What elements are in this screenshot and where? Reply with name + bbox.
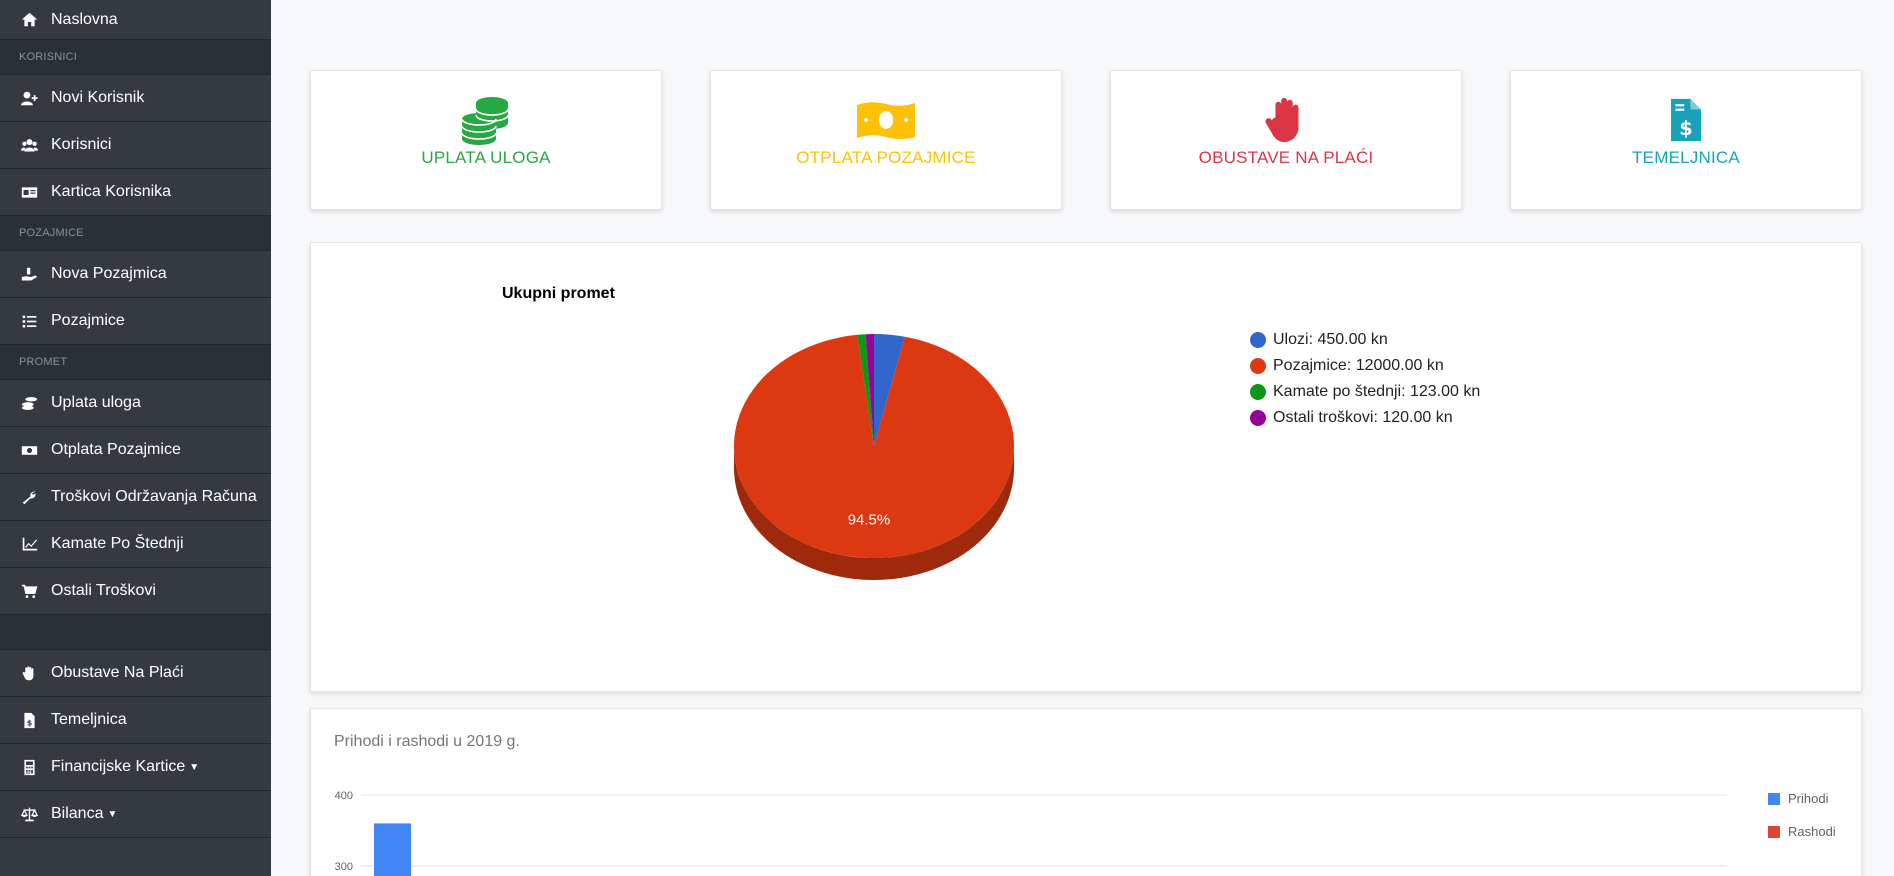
sidebar-item-loans[interactable]: Pozajmice: [0, 298, 271, 345]
legend-item[interactable]: Pozajmice: 12000.00 kn: [1250, 353, 1480, 379]
quick-card-repayment[interactable]: OTPLATA POZAJMICE: [710, 70, 1062, 210]
legend-label[interactable]: Prihodi: [1788, 791, 1829, 806]
file-invoice-dollar-icon: $: [19, 710, 39, 730]
sidebar-item-label: Bilanca: [51, 805, 104, 822]
bar-chart: 400 300 Prihodi Rashodi: [335, 790, 1836, 876]
sidebar-item-other-costs[interactable]: Ostali Troškovi: [0, 568, 271, 615]
users-icon: [19, 135, 39, 155]
sidebar-item-new-user[interactable]: Novi Korisnik: [0, 75, 271, 122]
calculator-icon: [19, 757, 39, 777]
sidebar-item-label: Otplata Pozajmice: [51, 441, 181, 458]
list-icon: [19, 311, 39, 331]
sidebar-item-balance[interactable]: Bilanca ▼: [0, 791, 271, 838]
sidebar-item-savings-interest[interactable]: Kamate Po Štednji: [0, 521, 271, 568]
sidebar-item-maintenance-costs[interactable]: Troškovi Održavanja Računa: [0, 474, 271, 521]
legend-item[interactable]: Ulozi: 450.00 kn: [1250, 327, 1480, 353]
money-bill-icon: [19, 440, 39, 460]
sidebar-item-label: Ostali Troškovi: [51, 582, 156, 599]
y-tick-label: 400: [335, 790, 353, 802]
pie-chart: 94.5%: [734, 334, 1014, 580]
sidebar-item-label: Korisnici: [51, 136, 112, 153]
legend-swatch: [1250, 384, 1266, 400]
sidebar-item-home[interactable]: Naslovna: [0, 0, 271, 40]
sidebar-section-loans: POZAJMICE: [0, 216, 271, 251]
coins-icon: [461, 97, 509, 145]
legend-swatch: [1768, 826, 1780, 838]
legend-label: Kamate po štednji: 123.00 kn: [1273, 383, 1481, 400]
quick-card-deposit[interactable]: UPLATA ULOGA: [310, 70, 662, 210]
sidebar-item-journal[interactable]: $ Temeljnica: [0, 697, 271, 744]
quick-card-label: OTPLATA POZAJMICE: [796, 148, 976, 167]
hand-icon: [19, 663, 39, 683]
sidebar-item-label: Naslovna: [51, 10, 118, 28]
chart-title: Ukupni promet: [502, 285, 615, 302]
sidebar-item-label: Nova Pozajmica: [51, 265, 167, 282]
id-card-icon: [19, 182, 39, 202]
legend-swatch: [1250, 332, 1266, 348]
sidebar-divider: [0, 615, 271, 650]
sidebar-item-label: Novi Korisnik: [51, 89, 145, 106]
sidebar-item-new-loan[interactable]: Nova Pozajmica: [0, 251, 271, 298]
sidebar-item-label: Kartica Korisnika: [51, 183, 172, 200]
hand-holding-money-icon: [19, 264, 39, 284]
file-invoice-dollar-icon: $: [1671, 98, 1701, 142]
sidebar-item-loan-repayment[interactable]: Otplata Pozajmice: [0, 427, 271, 474]
sidebar-item-label: Temeljnica: [51, 711, 127, 728]
sidebar-item-users[interactable]: Korisnici: [0, 122, 271, 169]
svg-text:$: $: [26, 718, 31, 727]
money-bill-icon: [857, 102, 915, 139]
bar-chart-card: Prihodi i rashodi u 2019 g. 400 300 Prihod…: [310, 708, 1862, 876]
legend-label: Ulozi: 450.00 kn: [1273, 331, 1388, 348]
hand-paper-icon: [1265, 97, 1299, 143]
legend-item[interactable]: Ostali troškovi: 120.00 kn: [1250, 405, 1480, 431]
pie-slice-label: 94.5%: [848, 511, 891, 528]
legend-label[interactable]: Rashodi: [1788, 824, 1836, 839]
quick-card-journal[interactable]: $ TEMELJNICA: [1510, 70, 1862, 210]
quick-card-deductions[interactable]: OBUSTAVE NA PLAĆI: [1110, 70, 1462, 210]
coins-icon: [19, 393, 39, 413]
sidebar-item-label: Financijske Kartice: [51, 758, 186, 775]
quick-card-label: OBUSTAVE NA PLAĆI: [1198, 148, 1374, 167]
sidebar-item-deposit[interactable]: Uplata uloga: [0, 380, 271, 427]
legend-swatch: [1250, 358, 1266, 374]
chart-legend: Ulozi: 450.00 kn Pozajmice: 12000.00 kn Ka…: [1250, 327, 1480, 431]
sidebar-item-salary-deductions[interactable]: Obustave Na Plaći: [0, 650, 271, 697]
balance-scale-icon: [19, 804, 39, 824]
chart-line-icon: [19, 534, 39, 554]
user-plus-icon: [19, 88, 39, 108]
sidebar: Naslovna KORISNICI Novi Korisnik Korisni…: [0, 0, 271, 876]
shopping-cart-icon: [19, 581, 39, 601]
sidebar-item-label: Troškovi Održavanja Računa: [51, 488, 257, 505]
sidebar-item-label: Kamate Po Štednji: [51, 535, 184, 552]
quick-card-label: TEMELJNICA: [1632, 148, 1740, 167]
sidebar-item-user-card[interactable]: Kartica Korisnika: [0, 169, 271, 216]
chevron-down-icon: ▼: [107, 808, 118, 820]
sidebar-section-users: KORISNICI: [0, 40, 271, 75]
y-tick-label: 300: [335, 861, 353, 873]
bar[interactable]: [374, 823, 411, 876]
legend-label: Ostali troškovi: 120.00 kn: [1273, 409, 1453, 426]
legend-item[interactable]: Kamate po štednji: 123.00 kn: [1250, 379, 1480, 405]
sidebar-item-label: Uplata uloga: [51, 394, 141, 411]
legend-swatch: [1250, 410, 1266, 426]
wrench-icon: [19, 487, 39, 507]
quick-card-label: UPLATA ULOGA: [421, 148, 551, 167]
legend-label: Pozajmice: 12000.00 kn: [1273, 357, 1444, 374]
home-icon: [19, 10, 39, 30]
pie-chart-card: Ukupni promet 94.5% Ulozi: 450.00 kn Poza…: [310, 242, 1862, 692]
sidebar-item-label: Obustave Na Plaći: [51, 664, 184, 681]
sidebar-section-traffic: PROMET: [0, 345, 271, 380]
chevron-down-icon: ▼: [189, 761, 200, 773]
sidebar-item-label: Pozajmice: [51, 312, 125, 329]
sidebar-item-financial-cards[interactable]: Financijske Kartice ▼: [0, 744, 271, 791]
svg-text:$: $: [1679, 117, 1692, 140]
legend-swatch: [1768, 793, 1780, 805]
